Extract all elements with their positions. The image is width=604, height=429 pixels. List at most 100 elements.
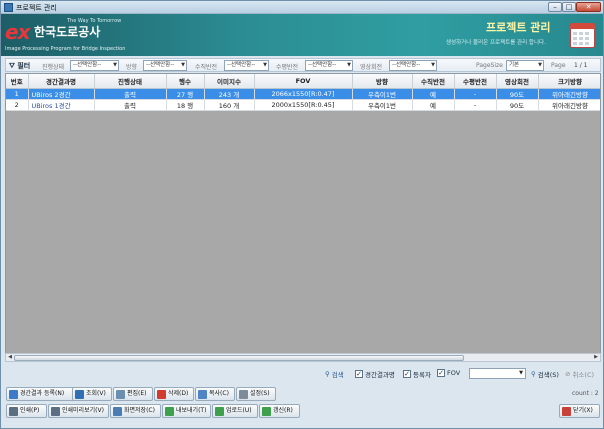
filter-rotation-label: 영상회전 <box>360 64 383 71</box>
close-button[interactable]: 닫기(X) <box>559 404 600 418</box>
cell-rotation: 90도 <box>496 99 539 111</box>
col-rotation-header[interactable]: 영상회전 <box>496 74 539 89</box>
view-button[interactable]: 조회(V) <box>72 387 112 401</box>
export-label: 내보내기(T) <box>176 407 207 414</box>
table-row[interactable]: 2 UBiros 1경간 출력 18 행 160 개 2000x1550[R:0… <box>6 99 600 111</box>
print-preview-button[interactable]: 인쇄미리보기(V) <box>48 404 109 418</box>
scroll-right-icon[interactable]: ▶ <box>592 354 600 361</box>
settings-label: 설정(S) <box>250 390 270 397</box>
search-options-text: 검색 <box>331 371 344 379</box>
check-registrant-label: 등록자 <box>413 371 431 379</box>
filter-toolbar: ⛛ 필터 진행상태 --선택안함-- ▼ 방향 --선택안함-- ▼ 수직반전 --… <box>5 58 601 72</box>
check-fov-label: FOV <box>447 369 461 377</box>
search-input[interactable]: ▼ <box>469 368 526 379</box>
col-images-header[interactable]: 이미지수 <box>204 74 255 89</box>
record-count: count : 2 <box>572 390 599 397</box>
print-button[interactable]: 인쇄(P) <box>6 404 47 418</box>
filter-direction-select[interactable]: --선택안함-- ▼ <box>143 60 187 71</box>
check-fov[interactable]: ✓ FOV <box>437 369 460 377</box>
minimize-button[interactable]: – <box>548 2 562 12</box>
cell-number: 2 <box>6 99 29 111</box>
copy-button[interactable]: 복사(C) <box>195 387 235 401</box>
view-label: 조회(V) <box>86 390 106 397</box>
exit-icon <box>562 407 571 416</box>
filter-vflip-value: --선택안함-- <box>227 62 256 68</box>
check-span-result-label: 경간결과명 <box>365 371 395 379</box>
refresh-button[interactable]: 갱신(R) <box>259 404 300 418</box>
register-span-result-button[interactable]: 경간결과 등록(N) <box>6 387 82 401</box>
project-grid: 번호 경간결과명 진행상태 행수 이미지수 FOV 방향 수직반전 수평반전 영… <box>5 73 601 361</box>
page-label: Page <box>551 62 566 69</box>
filter-rotation-value: --선택안함-- <box>392 62 421 68</box>
cell-span-result[interactable]: UBiros 1경간 <box>28 99 95 111</box>
checkbox-icon[interactable]: ✓ <box>403 370 411 378</box>
cell-fov: 2066x1550[R:0.47] <box>254 88 353 100</box>
col-direction-header[interactable]: 방향 <box>352 74 413 89</box>
cell-vflip: 예 <box>412 99 455 111</box>
col-span-result-header[interactable]: 경간결과명 <box>28 74 95 89</box>
chevron-down-icon: ▼ <box>263 62 267 68</box>
filter-label: ⛛ 필터 <box>9 61 30 71</box>
print-preview-label: 인쇄미리보기(V) <box>62 407 104 414</box>
filter-status-label: 진행상태 <box>42 64 65 71</box>
pagesize-select[interactable]: 기본 ▼ <box>506 60 544 71</box>
export-button[interactable]: 내보내기(T) <box>162 404 211 418</box>
chevron-down-icon: ▼ <box>519 370 523 376</box>
organization-name: 한국도로공사 <box>34 25 101 39</box>
cell-direction: 우측이1번 <box>352 88 413 100</box>
col-status-header[interactable]: 진행상태 <box>94 74 167 89</box>
cell-direction: 우측이1번 <box>352 99 413 111</box>
cell-status: 출력 <box>94 88 167 100</box>
filter-rotation-select[interactable]: --선택안함-- ▼ <box>389 60 437 71</box>
col-size-direction-header[interactable]: 크기방향 <box>538 74 600 89</box>
delete-label: 삭제(D) <box>168 390 189 397</box>
col-hflip-header[interactable]: 수평반전 <box>454 74 497 89</box>
col-fov-header[interactable]: FOV <box>254 74 353 89</box>
col-rows-header[interactable]: 행수 <box>166 74 205 89</box>
settings-button[interactable]: 설정(S) <box>236 387 276 401</box>
check-span-result[interactable]: ✓ 경간결과명 <box>355 369 395 379</box>
filter-status-select[interactable]: --선택안함-- ▼ <box>70 60 119 71</box>
search-button[interactable]: ⚲ 검색(S) <box>531 369 559 379</box>
print-preview-icon <box>51 407 60 416</box>
delete-icon <box>157 390 166 399</box>
horizontal-scrollbar[interactable]: ◀ ▶ <box>5 353 601 362</box>
register-label: 경간결과 등록(N) <box>20 390 65 397</box>
cancel-button[interactable]: ⊘ 취소(C) <box>565 369 594 379</box>
binoculars-icon: ⚲ <box>531 370 536 378</box>
cancel-icon: ⊘ <box>565 370 571 378</box>
scroll-left-icon[interactable]: ◀ <box>6 354 14 361</box>
checkbox-icon[interactable]: ✓ <box>355 370 363 378</box>
table-row[interactable]: 1 UBiros 2경간 출력 27 행 243 개 2066x1550[R:0… <box>6 88 600 100</box>
logo-subtitle: Image Processing Program for Bridge Insp… <box>5 46 126 52</box>
save-screen-icon <box>113 407 122 416</box>
check-registrant[interactable]: ✓ 등록자 <box>403 369 431 379</box>
upload-button[interactable]: 업로드(U) <box>212 404 258 418</box>
cell-span-result[interactable]: UBiros 2경간 <box>28 88 95 100</box>
refresh-icon <box>262 407 271 416</box>
scrollbar-thumb[interactable] <box>14 355 464 361</box>
binoculars-icon: ⚲ <box>325 370 330 378</box>
col-number-header[interactable]: 번호 <box>6 74 29 89</box>
col-vflip-header[interactable]: 수직반전 <box>412 74 455 89</box>
cell-hflip: - <box>454 88 497 100</box>
save-screen-button[interactable]: 화면저장(C) <box>110 404 161 418</box>
edit-label: 편집(E) <box>127 390 147 397</box>
filter-status-value: --선택안함-- <box>73 62 102 68</box>
close-window-button[interactable]: ✕ <box>576 2 601 12</box>
delete-button[interactable]: 삭제(D) <box>154 387 194 401</box>
filter-hflip-select[interactable]: --선택안함-- ▼ <box>305 60 353 71</box>
filter-vflip-select[interactable]: --선택안함-- ▼ <box>224 60 269 71</box>
copy-icon <box>198 390 207 399</box>
cancel-button-label: 취소(C) <box>572 371 595 379</box>
upload-icon <box>215 407 224 416</box>
search-options-bar: ⚲ 검색 ✓ 경간결과명 ✓ 등록자 ✓ FOV ▼ ⚲ 검색(S) ⊘ 취소(C) <box>5 367 601 381</box>
chevron-down-icon: ▼ <box>538 62 542 68</box>
search-options-label: ⚲ 검색 <box>325 369 344 379</box>
checkbox-icon[interactable]: ✓ <box>437 369 445 377</box>
calendar-icon <box>570 23 595 48</box>
maximize-button[interactable]: □ <box>562 2 576 12</box>
copy-label: 복사(C) <box>209 390 229 397</box>
edit-button[interactable]: 편집(E) <box>113 387 153 401</box>
edit-icon <box>116 390 125 399</box>
